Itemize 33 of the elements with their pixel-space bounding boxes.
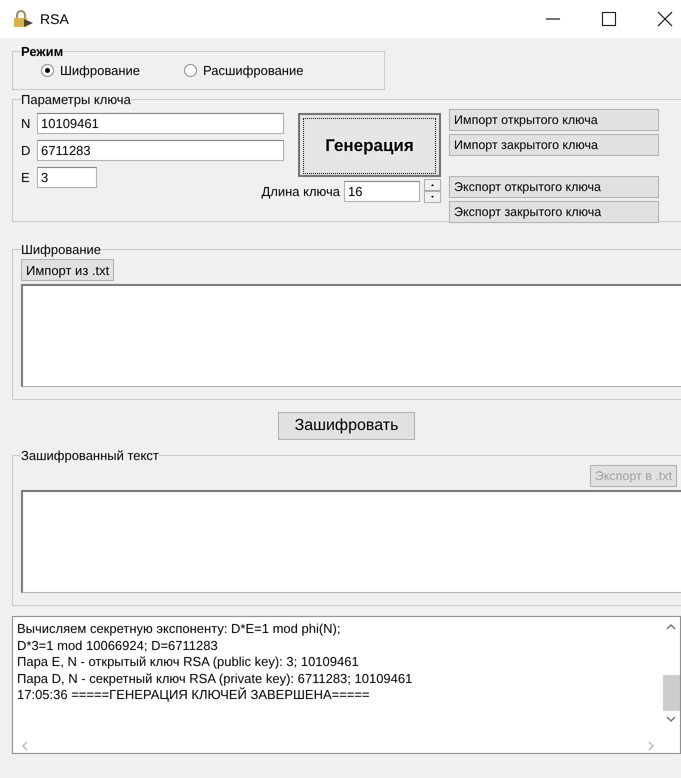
generate-button[interactable]: Генерация <box>298 113 441 177</box>
radio-option[interactable]: Шифрование <box>41 63 140 78</box>
import-button[interactable]: Импорт из .txt <box>21 259 114 281</box>
input-field[interactable]: 10109461 <box>37 113 284 134</box>
log-line: Вычисляем секретную экспоненту: D*E=1 mod phi(N); <box>17 621 342 638</box>
import-button[interactable]: Импорт закрытого ключа <box>449 134 659 156</box>
lock-icon <box>12 10 34 28</box>
field-label: D <box>21 143 31 158</box>
input-field[interactable]: 3 <box>37 167 97 188</box>
encrypt-button[interactable]: Зашифровать <box>278 412 416 440</box>
radio-option[interactable]: Расшифрование <box>184 63 304 78</box>
group-title: Зашифрованный текст <box>21 448 159 463</box>
input-field[interactable]: 6711283 <box>37 140 284 161</box>
text-area[interactable] <box>21 490 681 593</box>
field-label: E <box>21 170 31 185</box>
log-area[interactable] <box>12 616 681 754</box>
log-line: Пара E, N - открытый ключ RSA (public key): 3; 10109461 <box>17 654 360 670</box>
window-title: RSA <box>40 11 69 27</box>
log-line: 17:05:36 =====ГЕНЕРАЦИЯ КЛЮЧЕЙ ЗАВЕРШЕНА===== <box>17 687 371 704</box>
group-title: Режим <box>21 44 64 59</box>
export-button[interactable]: Экспорт открытого ключа <box>449 176 659 198</box>
log-line: D*3=1 mod 10066924; D=6711283 <box>17 638 219 654</box>
key-length-field[interactable]: 16 <box>344 180 420 202</box>
text-area[interactable] <box>21 284 681 387</box>
field-label: Длина ключа <box>261 184 340 198</box>
field-label: N <box>21 116 31 131</box>
close-icon[interactable] <box>657 11 673 27</box>
maximize-icon[interactable] <box>601 11 617 27</box>
log-line: Пара D, N - секретный ключ RSA (private key): 6711283; 10109461 <box>17 670 414 687</box>
group-title: Шифрование <box>21 242 101 257</box>
group-title: Параметры ключа <box>21 92 131 107</box>
import-button[interactable]: Импорт открытого ключа <box>449 109 659 131</box>
export-button[interactable]: Экспорт закрытого ключа <box>449 201 659 223</box>
